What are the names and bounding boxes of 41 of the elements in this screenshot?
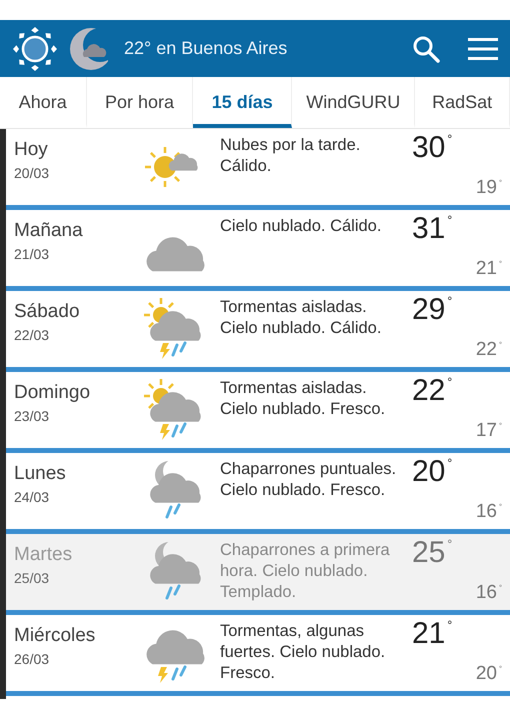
- forecast-summary: Tormentas, algunas fuertes. Cielo nublado. Fresco.: [219, 621, 386, 684]
- day-name: Martes: [14, 544, 74, 566]
- forecast-row[interactable]: Martes 25/03 Chaparrones a primera hora. Cielo nublado. Templado. 25$^{°}$ 16$^{°}$: [6, 534, 510, 615]
- day-name: Hoy: [14, 139, 49, 161]
- day-name: Lunes: [14, 463, 67, 485]
- forecast-summary: Tormentas aisladas. Cielo nublado. Fresco.: [219, 378, 386, 420]
- day-date: 26/03: [14, 651, 50, 667]
- day-name: Domingo: [14, 382, 92, 404]
- day-date: 24/03: [14, 489, 50, 505]
- high-temperature: 31$^{°}$: [412, 212, 452, 246]
- day-date: 23/03: [14, 408, 50, 424]
- header-title: 22° en Buenos Aires: [124, 38, 288, 59]
- high-temperature: 25$^{°}$: [412, 536, 452, 570]
- tab[interactable]: 15 días: [193, 77, 292, 128]
- low-temperature: 19$^{°}$: [476, 177, 502, 199]
- forecast-summary: Chaparrones puntuales. Cielo nublado. Fresco.: [219, 459, 398, 501]
- forecast-summary: Cielo nublado. Cálido.: [219, 216, 382, 237]
- low-temperature: 17$^{°}$: [476, 420, 502, 442]
- high-temperature: 20$^{°}$: [412, 455, 452, 489]
- day-date: 25/03: [14, 570, 50, 586]
- high-temperature: 21$^{°}$: [412, 617, 452, 651]
- menu-button[interactable]: [468, 36, 498, 60]
- day-date: 21/03: [14, 246, 50, 262]
- low-temperature: 20$^{°}$: [476, 663, 502, 685]
- high-temperature: 22$^{°}$: [412, 374, 452, 408]
- low-temperature: 21$^{°}$: [476, 258, 502, 280]
- forecast-summary: Chaparrones a primera hora. Cielo nublado. Templado.: [219, 540, 391, 603]
- forecast-summary: Nubes por la tarde. Cálido.: [219, 135, 362, 177]
- day-date: 20/03: [14, 165, 50, 181]
- moon-cloud-icon: [70, 26, 108, 70]
- day-name: Miércoles: [14, 625, 96, 647]
- low-temperature: 16$^{°}$: [476, 501, 502, 523]
- high-temperature: 29$^{°}$: [412, 293, 452, 327]
- forecast-summary: Tormentas aisladas. Cielo nublado. Cálido.: [219, 297, 382, 339]
- low-temperature: 22$^{°}$: [476, 339, 502, 361]
- low-temperature: 16$^{°}$: [476, 582, 502, 604]
- search-button[interactable]: [412, 34, 440, 62]
- high-temperature: 30$^{°}$: [412, 131, 452, 165]
- day-name: Mañana: [14, 220, 84, 242]
- day-name: Sábado: [14, 301, 81, 323]
- day-date: 22/03: [14, 327, 50, 343]
